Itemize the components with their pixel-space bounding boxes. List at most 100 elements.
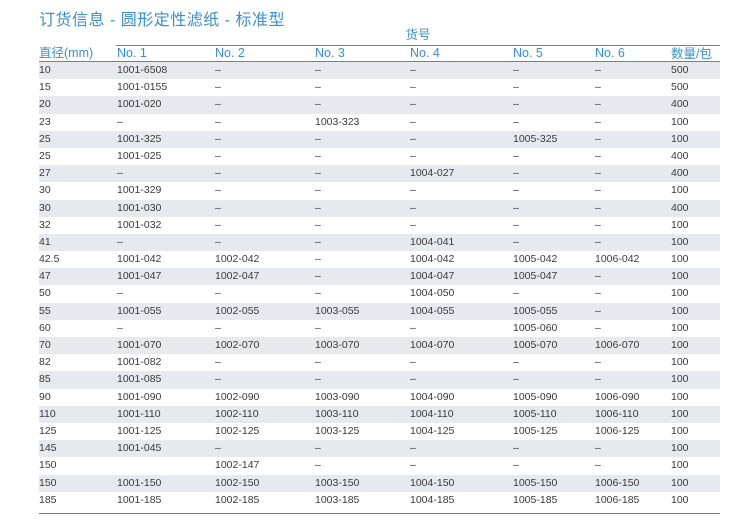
cell-no2: –	[215, 442, 221, 455]
cell-diameter: 30	[39, 201, 51, 214]
table-row: 27 – – – 1004-027 – – 400	[39, 165, 720, 183]
cell-quantity: 100	[671, 321, 689, 334]
cell-quantity: 100	[671, 390, 689, 403]
cell-no1: 1001-0155	[117, 81, 168, 94]
cell-quantity: 500	[671, 64, 689, 76]
table-row: 55 1001-055 1002-055 1003-055 1004-055 1005-0…	[39, 302, 720, 320]
cell-no6: –	[595, 287, 601, 300]
cell-no1: 1001-070	[117, 339, 162, 351]
cell-no3: –	[315, 201, 321, 214]
cell-no1: –	[117, 321, 123, 334]
cell-diameter: 82	[39, 356, 51, 369]
cell-no4: –	[410, 442, 416, 455]
cell-no4: –	[410, 98, 416, 111]
table-row: 20 1001-020 – – – – – 400	[39, 96, 720, 114]
cell-no4: 1004-042	[410, 253, 455, 266]
cell-no6: –	[595, 373, 601, 386]
cell-no5: –	[513, 184, 519, 197]
cell-no5: 1005-125	[513, 424, 558, 437]
table-row: 185 1001-185 1002-185 1003-185 1004-185 1005-…	[39, 492, 720, 509]
cell-no6: –	[595, 167, 601, 180]
cell-diameter: 30	[39, 184, 51, 197]
cell-no6: –	[595, 132, 601, 145]
table-row: 15 1001-0155 – – – – – 500	[39, 79, 720, 96]
cell-quantity: 400	[671, 98, 689, 111]
cell-no2: –	[215, 115, 221, 128]
cell-no1: 1001-047	[117, 270, 162, 283]
cell-no3: –	[315, 64, 321, 76]
cell-no2: 1002-110	[215, 407, 259, 420]
cell-no4: –	[410, 149, 416, 162]
cell-no1: –	[117, 167, 123, 180]
table-row: 25 1001-025 – – – – – 400	[39, 148, 720, 165]
cell-no2: –	[215, 218, 221, 231]
column-header-no6: No. 6	[595, 46, 625, 60]
cell-quantity: 100	[671, 184, 689, 197]
cell-no4: –	[410, 321, 416, 334]
table-row: 41 – – – 1004-041 – – 100	[39, 233, 720, 252]
cell-no3: 1003-090	[315, 390, 360, 403]
cell-no4: 1004-090	[410, 390, 455, 403]
cell-no1: 1001-085	[117, 373, 162, 386]
table-row: 30 1001-030 – – – – – 400	[39, 199, 720, 217]
cell-no5: –	[513, 64, 519, 76]
cell-no5: 1005-042	[513, 253, 558, 266]
cell-no4: 1004-027	[410, 167, 455, 180]
table-row: 25 1001-325 – – – 1005-325 – 100	[39, 130, 720, 148]
cell-no4: –	[410, 115, 416, 128]
cell-no1: 1001-045	[117, 442, 162, 455]
cell-quantity: 100	[671, 235, 689, 248]
cell-diameter: 25	[39, 149, 51, 162]
cell-no2: –	[215, 184, 221, 197]
cell-no6: 1006-042	[595, 253, 640, 266]
cell-no6: 1006-125	[595, 424, 640, 437]
column-header-quantity: 数量/包	[671, 47, 712, 61]
column-header-no3: No. 3	[315, 46, 345, 60]
cell-no2: 1002-070	[215, 339, 260, 351]
cell-quantity: 100	[671, 442, 689, 455]
cell-no5: –	[513, 149, 519, 162]
cell-no2: 1002-150	[215, 476, 260, 489]
cell-no5: 1005-325	[513, 132, 558, 145]
cell-no3: 1003-150	[315, 476, 360, 489]
cell-no4: 1004-110	[410, 407, 454, 420]
table-row: 32 1001-032 – – – – – 100	[39, 217, 720, 234]
cell-no1: 1001-055	[117, 304, 162, 317]
table-row: 42.5 1001-042 1002-042 – 1004-042 1005-042 100…	[39, 251, 720, 268]
cell-quantity: 100	[671, 459, 689, 472]
cell-no1: –	[117, 235, 123, 248]
table-row: 90 1001-090 1002-090 1003-090 1004-090 1005-0…	[39, 389, 720, 406]
cell-no2: 1002-042	[215, 253, 260, 266]
cell-no4: –	[410, 64, 416, 76]
cell-no6: –	[595, 235, 601, 248]
cell-no5: –	[513, 373, 519, 386]
table-bottom-rule	[39, 513, 720, 514]
cell-no5: 1005-055	[513, 304, 558, 317]
cell-diameter: 60	[39, 321, 51, 334]
cell-no3: –	[315, 132, 321, 145]
cell-no2: 1002-125	[215, 424, 260, 437]
cell-no4: –	[410, 81, 416, 94]
table-row: 150 1002-147 – – – – 100	[39, 457, 720, 474]
column-header-no2: No. 2	[215, 46, 245, 60]
cell-quantity: 400	[671, 167, 689, 180]
cell-no2: –	[215, 64, 221, 76]
cell-no5: 1005-047	[513, 270, 558, 283]
cell-no3: –	[315, 287, 321, 300]
cell-no1: 1001-325	[117, 132, 162, 145]
cell-diameter: 25	[39, 132, 51, 145]
cell-no5: 1005-150	[513, 476, 558, 489]
item-number-group-header: 货号	[116, 28, 720, 46]
cell-diameter: 70	[39, 339, 51, 351]
cell-no3: –	[315, 184, 321, 197]
cell-no4: 1004-055	[410, 304, 455, 317]
cell-no6: –	[595, 218, 601, 231]
cell-diameter: 15	[39, 81, 51, 94]
cell-no6: –	[595, 115, 601, 128]
cell-no2: –	[215, 321, 221, 334]
cell-diameter: 150	[39, 459, 57, 472]
cell-no5: –	[513, 356, 519, 369]
cell-quantity: 100	[671, 270, 689, 283]
cell-quantity: 400	[671, 201, 689, 214]
cell-quantity: 100	[671, 287, 689, 300]
